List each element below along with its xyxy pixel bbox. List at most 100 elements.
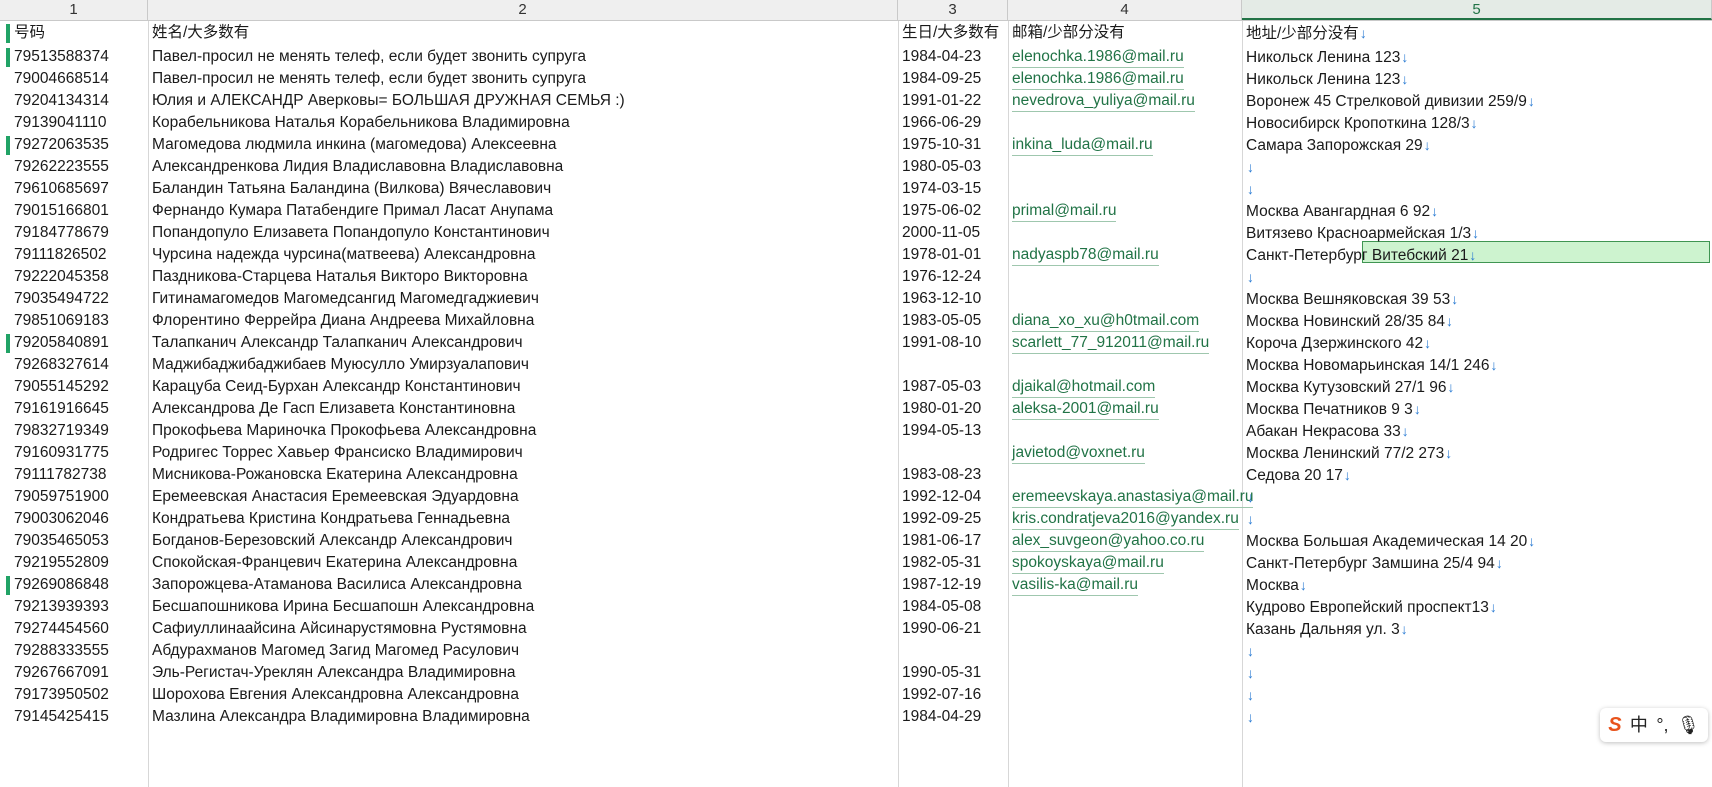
address-cell[interactable]: ↓ bbox=[1242, 155, 1712, 179]
address-cell[interactable]: ↓ bbox=[1242, 507, 1712, 531]
email-cell[interactable] bbox=[1008, 111, 1242, 135]
name-cell[interactable]: Еремеевская Анастасия Еремеевская Эдуард… bbox=[148, 485, 898, 509]
address-cell[interactable]: ↓ bbox=[1242, 265, 1712, 289]
email-cell[interactable]: kris.condratjeva2016@yandex.ru bbox=[1008, 507, 1242, 531]
birthday-cell[interactable] bbox=[898, 353, 1008, 377]
name-cell[interactable]: Талапканич Александр Талапканич Александ… bbox=[148, 331, 898, 355]
name-cell[interactable]: Александренкова Лидия Владиславовна Влад… bbox=[148, 155, 898, 179]
birthday-cell[interactable] bbox=[898, 639, 1008, 663]
phone-cell[interactable]: 79161916645 bbox=[0, 397, 148, 421]
name-cell[interactable]: Паздникова-Старцева Наталья Викторо Викт… bbox=[148, 265, 898, 289]
name-cell[interactable]: Мазлина Александра Владимировна Владимир… bbox=[148, 705, 898, 729]
birthday-cell[interactable]: 1975-10-31 bbox=[898, 133, 1008, 157]
phone-cell[interactable]: 79272063535 bbox=[0, 133, 148, 157]
birthday-cell[interactable]: 1994-05-13 bbox=[898, 419, 1008, 443]
email-cell[interactable] bbox=[1008, 661, 1242, 685]
birthday-cell[interactable]: 1976-12-24 bbox=[898, 265, 1008, 289]
birthday-cell[interactable]: 1987-05-03 bbox=[898, 375, 1008, 399]
address-cell[interactable]: Москва Новинский 28/35 84↓ bbox=[1242, 309, 1712, 333]
email-cell[interactable]: primal@mail.ru bbox=[1008, 199, 1242, 223]
email-cell[interactable]: elenochka.1986@mail.ru bbox=[1008, 67, 1242, 91]
name-cell[interactable]: Корабельникова Наталья Корабельникова Вл… bbox=[148, 111, 898, 135]
birthday-cell[interactable]: 1963-12-10 bbox=[898, 287, 1008, 311]
phone-cell[interactable]: 79274454560 bbox=[0, 617, 148, 641]
name-cell[interactable]: Мисникова-Рожановска Екатерина Александр… bbox=[148, 463, 898, 487]
column-header-2[interactable]: 2 bbox=[148, 0, 898, 20]
email-cell[interactable]: inkina_luda@mail.ru bbox=[1008, 133, 1242, 157]
address-cell[interactable]: Москва Авангардная 6 92↓ bbox=[1242, 199, 1712, 223]
address-cell[interactable]: Казань Дальняя ул. 3↓ bbox=[1242, 617, 1712, 641]
phone-cell[interactable]: 79059751900 bbox=[0, 485, 148, 509]
name-cell[interactable]: Магомедова людмила инкина (магомедова) А… bbox=[148, 133, 898, 157]
address-cell[interactable]: Новосибирск Кропоткина 128/3↓ bbox=[1242, 111, 1712, 135]
name-cell[interactable]: Баландин Татьяна Баландина (Вилкова) Вяч… bbox=[148, 177, 898, 201]
name-cell[interactable]: Абдурахманов Магомед Загид Магомед Расул… bbox=[148, 639, 898, 663]
column-header-5[interactable]: 5 bbox=[1242, 0, 1712, 20]
phone-cell[interactable]: 79213939393 bbox=[0, 595, 148, 619]
phone-cell[interactable]: 79184778679 bbox=[0, 221, 148, 245]
phone-cell[interactable]: 79004668514 bbox=[0, 67, 148, 91]
birthday-cell[interactable]: 1991-08-10 bbox=[898, 331, 1008, 355]
email-cell[interactable]: javietod@voxnet.ru bbox=[1008, 441, 1242, 465]
address-cell[interactable]: Москва Вешняковская 39 53↓ bbox=[1242, 287, 1712, 311]
name-cell[interactable]: Маджибаджибаджибаев Муюсулло Умирзуалапо… bbox=[148, 353, 898, 377]
address-cell[interactable]: Кудрово Европейский проспект13↓ bbox=[1242, 595, 1712, 619]
phone-cell[interactable]: 79111826502 bbox=[0, 243, 148, 267]
phone-cell[interactable]: 79610685697 bbox=[0, 177, 148, 201]
name-cell[interactable]: Фернандо Кумара Патабендиге Примал Ласат… bbox=[148, 199, 898, 223]
email-cell[interactable] bbox=[1008, 617, 1242, 641]
name-cell[interactable]: Родригес Торрес Хавьер Франсиско Владими… bbox=[148, 441, 898, 465]
email-cell[interactable]: nadyaspb78@mail.ru bbox=[1008, 243, 1242, 267]
address-cell[interactable]: Самара Запорожская 29↓ bbox=[1242, 133, 1712, 157]
phone-cell[interactable]: 79219552809 bbox=[0, 551, 148, 575]
name-cell[interactable]: Богданов-Березовский Александр Александр… bbox=[148, 529, 898, 553]
address-cell[interactable]: Москва Большая Академическая 14 20↓ bbox=[1242, 529, 1712, 553]
name-cell[interactable]: Павел-просил не менять телеф, если будет… bbox=[148, 45, 898, 69]
birthday-cell[interactable]: 1992-12-04 bbox=[898, 485, 1008, 509]
phone-cell[interactable]: 79173950502 bbox=[0, 683, 148, 707]
birthday-cell[interactable]: 1980-01-20 bbox=[898, 397, 1008, 421]
email-cell[interactable]: alex_suvgeon@yahoo.co.ru bbox=[1008, 529, 1242, 553]
name-cell[interactable]: Шорохова Евгения Александровна Александр… bbox=[148, 683, 898, 707]
column-header-4[interactable]: 4 bbox=[1008, 0, 1242, 20]
phone-cell[interactable]: 79269086848 bbox=[0, 573, 148, 597]
phone-cell[interactable]: 79015166801 bbox=[0, 199, 148, 223]
email-cell[interactable] bbox=[1008, 419, 1242, 443]
phone-cell[interactable]: 79055145292 bbox=[0, 375, 148, 399]
phone-cell[interactable]: 79205840891 bbox=[0, 331, 148, 355]
email-cell[interactable] bbox=[1008, 705, 1242, 729]
email-cell[interactable]: scarlett_77_912011@mail.ru bbox=[1008, 331, 1242, 355]
phone-cell[interactable]: 79035465053 bbox=[0, 529, 148, 553]
phone-cell[interactable]: 79003062046 bbox=[0, 507, 148, 531]
name-cell[interactable]: Сафиуллинаайсина Айсинарустямовна Рустям… bbox=[148, 617, 898, 641]
email-cell[interactable]: vasilis-ka@mail.ru bbox=[1008, 573, 1242, 597]
name-cell[interactable]: Чурсина надежда чурсина(матвеева) Алекса… bbox=[148, 243, 898, 267]
email-cell[interactable]: nevedrova_yuliya@mail.ru bbox=[1008, 89, 1242, 113]
phone-cell[interactable]: 79035494722 bbox=[0, 287, 148, 311]
name-cell[interactable]: Флорентино Феррейра Диана Андреева Михай… bbox=[148, 309, 898, 333]
name-cell[interactable]: Бесшапошникова Ирина Бесшапошн Александр… bbox=[148, 595, 898, 619]
email-cell[interactable] bbox=[1008, 463, 1242, 487]
header-cell-phone[interactable]: 号码 bbox=[0, 21, 148, 45]
email-cell[interactable] bbox=[1008, 353, 1242, 377]
birthday-cell[interactable]: 1974-03-15 bbox=[898, 177, 1008, 201]
address-cell[interactable]: Абакан Некрасова 33↓ bbox=[1242, 419, 1712, 443]
email-cell[interactable] bbox=[1008, 155, 1242, 179]
address-cell[interactable]: Воронеж 45 Стрелковой дивизии 259/9↓ bbox=[1242, 89, 1712, 113]
address-cell[interactable]: ↓ bbox=[1242, 639, 1712, 663]
birthday-cell[interactable] bbox=[898, 441, 1008, 465]
birthday-cell[interactable]: 1987-12-19 bbox=[898, 573, 1008, 597]
phone-cell[interactable]: 79267667091 bbox=[0, 661, 148, 685]
phone-cell[interactable]: 79160931775 bbox=[0, 441, 148, 465]
header-cell-name[interactable]: 姓名/大多数有 bbox=[148, 21, 898, 45]
phone-cell[interactable]: 79222045358 bbox=[0, 265, 148, 289]
email-cell[interactable]: aleksa-2001@mail.ru bbox=[1008, 397, 1242, 421]
email-cell[interactable]: diana_xo_xu@h0tmail.com bbox=[1008, 309, 1242, 333]
birthday-cell[interactable]: 1984-04-23 bbox=[898, 45, 1008, 69]
ime-punctuation-icon[interactable]: °, bbox=[1656, 708, 1668, 742]
header-cell-address[interactable]: 地址/少部分没有↓ bbox=[1242, 21, 1712, 45]
birthday-cell[interactable]: 1966-06-29 bbox=[898, 111, 1008, 135]
email-cell[interactable] bbox=[1008, 221, 1242, 245]
address-cell[interactable]: ↓ bbox=[1242, 661, 1712, 685]
name-cell[interactable]: Гитинамагомедов Магомедсангид Магомедгад… bbox=[148, 287, 898, 311]
